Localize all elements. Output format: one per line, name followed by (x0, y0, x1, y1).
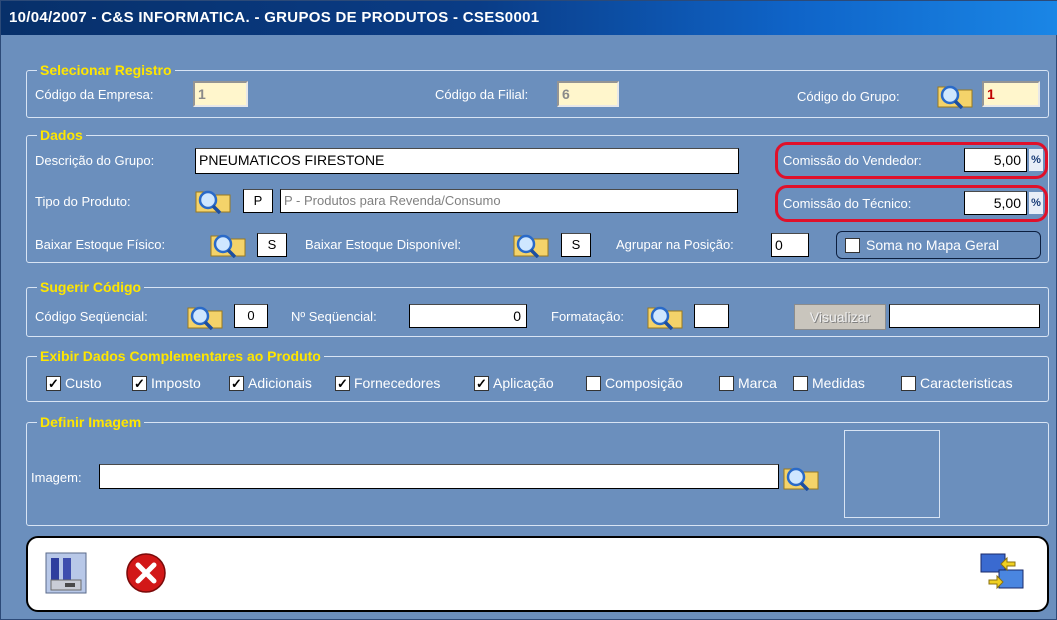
imagem-label: Imagem: (31, 470, 82, 485)
tipo-search-icon[interactable] (194, 184, 232, 214)
checkbox-box[interactable] (719, 375, 734, 391)
comissao-tecnico-field[interactable]: 5,00 (964, 191, 1027, 215)
filial-field[interactable]: 6 (557, 81, 619, 107)
grupo-search-icon[interactable] (936, 79, 974, 109)
checkbox-label: Adicionais (248, 375, 312, 391)
title-bar: 10/04/2007 - C&S INFORMATICA. - GRUPOS D… (1, 1, 1057, 35)
baixar-disponivel-field[interactable]: S (561, 233, 591, 257)
checkbox-box[interactable] (793, 375, 808, 391)
checkbox-box[interactable]: ✓ (229, 375, 244, 391)
checkbox-label: Imposto (151, 375, 201, 391)
checkbox-label: Aplicação (493, 375, 554, 391)
exibir-checkbox-4[interactable]: ✓ Aplicação (474, 375, 554, 391)
checkbox-label: Medidas (812, 375, 865, 391)
soma-checkbox-box[interactable] (845, 237, 860, 253)
percent-icon: % (1029, 149, 1043, 171)
imagem-field[interactable] (99, 464, 779, 489)
checkbox-box[interactable] (901, 375, 916, 391)
checkbox-label: Marca (738, 375, 777, 391)
save-disk-icon[interactable] (43, 550, 89, 596)
group-legend: Selecionar Registro (37, 61, 175, 79)
checkbox-box[interactable]: ✓ (132, 375, 147, 391)
checkbox-label: Fornecedores (354, 375, 441, 391)
seq-search-icon[interactable] (186, 300, 224, 330)
checkbox-label: Composição (605, 375, 683, 391)
percent-icon: % (1029, 192, 1043, 214)
soma-label: Soma no Mapa Geral (866, 237, 1000, 253)
exibir-checkbox-1[interactable]: ✓ Imposto (132, 375, 201, 391)
exibir-checkbox-2[interactable]: ✓ Adicionais (229, 375, 312, 391)
agrupar-field[interactable]: 0 (771, 233, 809, 257)
nseq-field[interactable]: 0 (409, 304, 527, 328)
exibir-checkbox-7[interactable]: Medidas (793, 375, 865, 391)
baixar-disponivel-search-icon[interactable] (512, 228, 550, 258)
agrupar-label: Agrupar na Posição: (616, 237, 734, 252)
baixar-fisico-search-icon[interactable] (209, 228, 247, 258)
checkbox-box[interactable]: ✓ (474, 375, 489, 391)
nseq-label: Nº Seqüencial: (291, 309, 377, 324)
descricao-label: Descrição do Grupo: (35, 153, 155, 168)
comissao-tecnico-label: Comissão do Técnico: (783, 196, 912, 211)
exibir-checkbox-5[interactable]: Composição (586, 375, 683, 391)
cancel-x-icon[interactable] (123, 550, 169, 596)
baixar-fisico-field[interactable]: S (257, 233, 287, 257)
empresa-field[interactable]: 1 (193, 81, 248, 107)
visualizar-button[interactable]: Visualizar (794, 304, 886, 330)
seq-label: Código Seqüencial: (35, 309, 148, 324)
bottom-toolbar (26, 536, 1049, 612)
app-window: 10/04/2007 - C&S INFORMATICA. - GRUPOS D… (0, 0, 1057, 620)
exibir-checkbox-8[interactable]: Caracteristicas (901, 375, 1013, 391)
exibir-checkbox-3[interactable]: ✓ Fornecedores (335, 375, 440, 391)
checkbox-box[interactable]: ✓ (46, 375, 61, 391)
exibir-checkbox-0[interactable]: ✓ Custo (46, 375, 102, 391)
formatacao-field[interactable] (694, 304, 729, 328)
empresa-label: Código da Empresa: (35, 87, 154, 102)
seq-field[interactable]: 0 (234, 304, 268, 328)
image-preview (844, 430, 940, 518)
formatacao-search-icon[interactable] (646, 300, 684, 330)
visualizar-output (889, 304, 1040, 328)
exchange-monitors-icon[interactable] (979, 550, 1025, 596)
exibir-checkbox-6[interactable]: Marca (719, 375, 777, 391)
checkbox-label: Custo (65, 375, 102, 391)
comissao-vendedor-field[interactable]: 5,00 (964, 148, 1027, 172)
group-legend: Dados (37, 126, 86, 144)
formatacao-label: Formatação: (551, 309, 624, 324)
descricao-field[interactable]: PNEUMATICOS FIRESTONE (195, 148, 739, 174)
filial-label: Código da Filial: (435, 87, 529, 102)
tipo-code-field[interactable]: P (243, 189, 273, 213)
grupo-label: Código do Grupo: (797, 89, 900, 104)
tipo-desc-field: P - Produtos para Revenda/Consumo (280, 189, 738, 213)
tipo-label: Tipo do Produto: (35, 194, 131, 209)
group-legend: Definir Imagem (37, 413, 145, 431)
checkbox-box[interactable] (586, 375, 601, 391)
group-legend: Exibir Dados Complementares ao Produto (37, 347, 324, 365)
group-legend: Sugerir Código (37, 278, 145, 296)
grupo-field[interactable]: 1 (982, 81, 1040, 107)
baixar-disponivel-label: Baixar Estoque Disponível: (305, 237, 462, 252)
checkbox-label: Caracteristicas (920, 375, 1013, 391)
checkbox-box[interactable]: ✓ (335, 375, 350, 391)
comissao-vendedor-label: Comissão do Vendedor: (783, 153, 922, 168)
imagem-search-icon[interactable] (782, 461, 820, 491)
soma-mapa-checkbox[interactable]: Soma no Mapa Geral (836, 231, 1041, 259)
baixar-fisico-label: Baixar Estoque Físico: (35, 237, 166, 252)
